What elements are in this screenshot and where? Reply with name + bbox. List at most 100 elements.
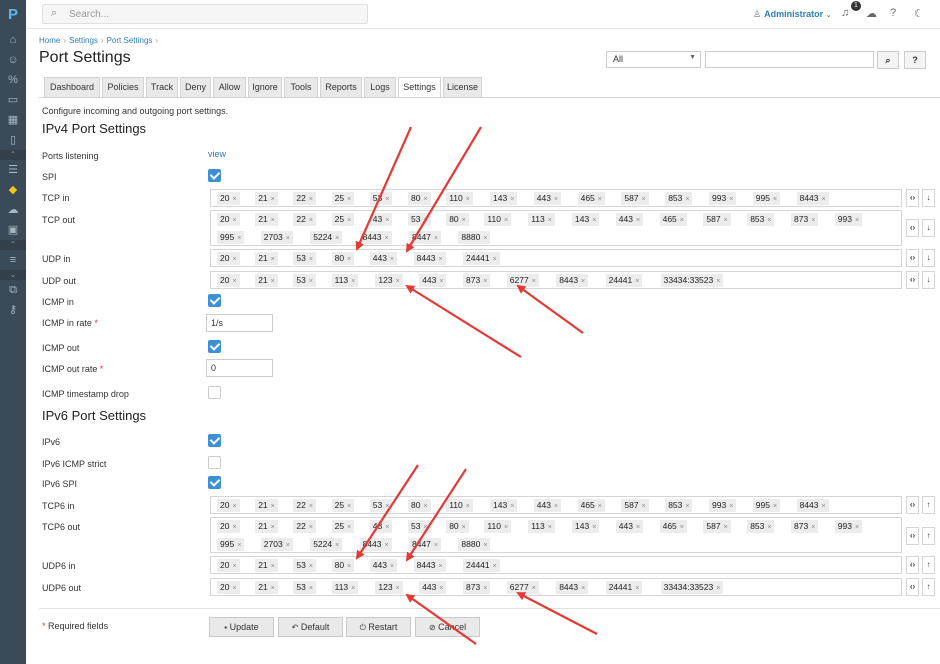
port-tag[interactable]: 995 × [752,499,781,512]
port-tag[interactable]: 5224 × [310,538,343,551]
tab-dashboard[interactable]: Dashboard [44,77,100,97]
tab-track[interactable]: Track [146,77,178,97]
port-tag[interactable]: 993 × [834,213,863,226]
port-tag[interactable]: 80 × [408,192,431,205]
remove-tag-icon[interactable]: × [423,217,427,224]
ipv6-spi-checkbox[interactable] [208,476,221,489]
port-tag[interactable]: 110 × [484,520,512,533]
user-icon[interactable]: ☺ [0,50,26,70]
remove-tag-icon[interactable]: × [385,235,389,242]
default-button[interactable]: ↶ Default [278,617,343,637]
port-tag[interactable]: 22 × [293,192,316,205]
remove-tag-icon[interactable]: × [347,503,351,510]
port-tag[interactable]: 8443 × [796,499,829,512]
port-tag[interactable]: 22 × [293,499,316,512]
update-button[interactable]: ▪ Update [209,617,274,637]
remove-tag-icon[interactable]: × [773,196,777,203]
port-tag[interactable]: 24441 × [463,252,500,265]
port-tag[interactable]: 80 × [446,213,469,226]
expand-button[interactable]: ‹› [906,556,919,574]
tab-settings[interactable]: Settings [398,77,441,98]
remove-tag-icon[interactable]: × [581,278,585,285]
remove-tag-icon[interactable]: × [396,278,400,285]
port-tag[interactable]: 853 × [747,213,775,226]
expand-button[interactable]: ‹› [906,527,919,545]
remove-tag-icon[interactable]: × [548,217,552,224]
port-tag[interactable]: 123 × [375,581,403,594]
tab-policies[interactable]: Policies [102,77,144,97]
remove-tag-icon[interactable]: × [729,196,733,203]
sort-button[interactable]: ↓ [922,249,935,267]
port-tag[interactable]: 873 × [791,213,819,226]
port-tag[interactable]: 80 × [331,559,355,572]
port-tag[interactable]: 8447× [409,538,442,551]
remove-tag-icon[interactable]: × [767,217,771,224]
tab-allow[interactable]: Allow [213,77,246,97]
port-tag[interactable]: 24441 × [605,581,643,594]
remove-tag-icon[interactable]: × [822,196,826,203]
port-tag[interactable]: 20 × [217,213,240,226]
remove-tag-icon[interactable]: × [347,256,351,263]
remove-tag-icon[interactable]: × [271,585,275,592]
remove-tag-icon[interactable]: × [271,256,275,263]
port-tag[interactable]: 25 × [331,213,355,226]
remove-tag-icon[interactable]: × [483,585,487,592]
sort-button[interactable]: ↓ [922,219,935,237]
port-tag[interactable]: 143 × [572,213,600,226]
icmp-in-rate-input[interactable]: 1/s [206,314,273,332]
port-tag[interactable]: 8880× [458,231,491,244]
remove-tag-icon[interactable]: × [423,503,427,510]
port-tag[interactable]: 443 × [615,520,644,533]
breadcrumb-settings[interactable]: Settings [69,36,98,45]
remove-tag-icon[interactable]: × [642,503,646,510]
tcp6-in-tags[interactable]: 20 × 21 × 22 × 25 × 53 × 80 × 110 × 143 × 443 × 465 × 587 × 85… [210,496,902,530]
icmp-out-rate-input[interactable]: 0 [206,359,273,377]
remove-tag-icon[interactable]: × [347,196,351,203]
remove-tag-icon[interactable]: × [462,524,466,531]
port-tag[interactable]: 443 × [369,559,398,572]
collapse-icon[interactable]: ⌃ [0,240,26,250]
remove-tag-icon[interactable]: × [232,503,236,510]
remove-tag-icon[interactable]: × [271,278,275,285]
tab-license[interactable]: License [443,77,482,97]
expand-button[interactable]: ‹› [906,496,919,514]
remove-tag-icon[interactable]: × [462,217,466,224]
remove-tag-icon[interactable]: × [581,585,585,592]
remove-tag-icon[interactable]: × [716,278,720,285]
sort-button[interactable]: ↓ [922,271,935,289]
remove-tag-icon[interactable]: × [232,278,236,285]
sort-button[interactable]: ↓ [922,189,935,207]
icmp-out-checkbox[interactable] [208,340,221,353]
icmp-in-checkbox[interactable] [208,294,221,307]
udp-out-tags[interactable]: 20 × 21 × 53 × 113 × 123 × 443 × 873 × 6277 × 8443 × 24441… [210,271,902,289]
port-tag[interactable]: 6277 × [506,274,539,287]
restart-button[interactable]: ⏻ Restart [346,617,411,637]
port-tag[interactable]: 43 × [369,520,393,533]
remove-tag-icon[interactable]: × [434,235,438,242]
port-tag[interactable]: 80 × [446,520,469,533]
remove-tag-icon[interactable]: × [724,524,728,531]
remove-tag-icon[interactable]: × [636,524,640,531]
tcp6-out-tags[interactable]: 20 × 21 × 22 × 25 × 43 × 53 × 80 × 110 × 113 × 143 × 443 × 465… [210,517,902,553]
port-tag[interactable]: 853 × [665,499,693,512]
port-tag[interactable]: 443 × [419,581,447,594]
port-tag[interactable]: 465 × [659,213,687,226]
port-tag[interactable]: 53 × [293,559,316,572]
port-tag[interactable]: 995 × [752,192,781,205]
remove-tag-icon[interactable]: × [592,524,596,531]
port-tag[interactable]: 113 × [331,274,359,287]
remove-tag-icon[interactable]: × [396,585,400,592]
port-tag[interactable]: 110 × [446,192,473,205]
port-tag[interactable]: 143 × [490,192,518,205]
port-tag[interactable]: 587 × [703,213,731,226]
expand-icon[interactable]: ⌄ [0,270,26,280]
udp6-out-tags[interactable]: 20 × 21 × 53 × 113 × 123 × 443 × 873 × 6277 × 8443 × 24441… [210,578,902,596]
remove-tag-icon[interactable]: × [493,256,497,263]
port-tag[interactable]: 21 × [255,499,278,512]
udp-in-tags[interactable]: 20 × 21 × 53 × 80 × 443 × 8443 × 24441 × [210,249,902,267]
sort-button[interactable]: ↑ [922,496,935,514]
port-tag[interactable]: 465 × [577,192,605,205]
monitor-icon[interactable]: ▭ [0,90,26,110]
remove-tag-icon[interactable]: × [237,235,241,242]
sort-button[interactable]: ↑ [922,578,935,596]
